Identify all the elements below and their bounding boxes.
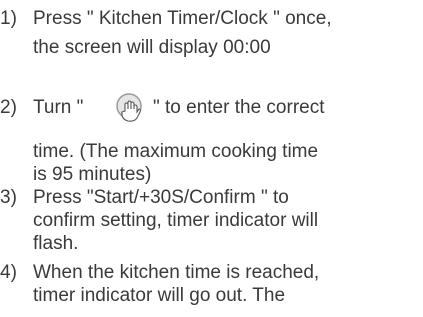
step-1-line-2: the screen will display 00:00 (33, 37, 271, 58)
step-2-line-2: time. (The maximum cooking time (33, 141, 319, 162)
step-3-number: 3) (0, 187, 17, 208)
step-2-number: 2) (0, 97, 17, 118)
step-3-line-1: Press "Start/+30S/Confirm " to (33, 187, 289, 208)
step-2-line-1a: Turn " (33, 97, 84, 118)
step-2-line-3: is 95 minutes) (33, 164, 152, 185)
step-4-line-1: When the kitchen time is reached, (33, 262, 320, 283)
step-2-line-1b: " to enter the correct (153, 97, 325, 118)
step-3-line-2: confirm setting, timer indicator will (33, 210, 319, 231)
instructions-page: 1) Press " Kitchen Timer/Clock " once, t… (0, 0, 423, 317)
step-4-line-2: timer indicator will go out. The (33, 285, 286, 306)
step-1-number: 1) (0, 8, 17, 29)
rotary-knob-icon (116, 93, 142, 122)
step-4-number: 4) (0, 262, 17, 283)
step-3-line-3: flash. (33, 233, 79, 254)
step-1-line-1: Press " Kitchen Timer/Clock " once, (33, 8, 332, 29)
